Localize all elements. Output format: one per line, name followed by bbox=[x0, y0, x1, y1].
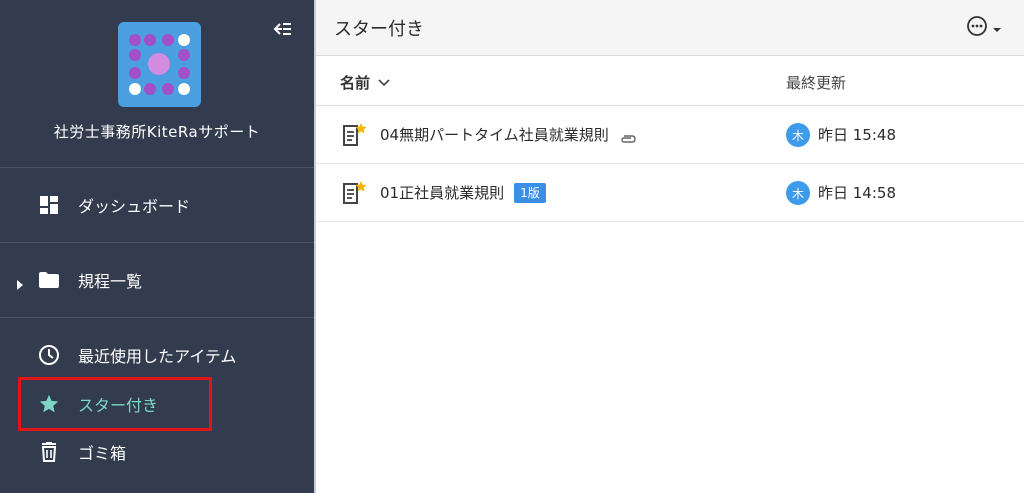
sidebar: 社労士事務所KiteRaサポート ダッシュボード 規程一覧 最近使用したアイテム… bbox=[0, 0, 314, 493]
main-content: スター付き 名前 最終更新 04無期パートタイム社員就業規則 木 昨日 15:4… bbox=[316, 0, 1024, 493]
avatar: 木 bbox=[786, 181, 810, 205]
column-header-updated: 最終更新 bbox=[786, 74, 847, 92]
sidebar-divider bbox=[0, 167, 314, 168]
sidebar-item-trash[interactable]: ゴミ箱 bbox=[0, 434, 314, 470]
sidebar-item-recent[interactable]: 最近使用したアイテム bbox=[0, 337, 314, 373]
table-row[interactable]: 01正社員就業規則 1版 木 昨日 14:58 bbox=[316, 164, 1024, 222]
caret-down-icon bbox=[992, 19, 1002, 38]
sidebar-divider bbox=[0, 242, 314, 243]
avatar: 木 bbox=[786, 123, 810, 147]
star-icon bbox=[38, 393, 60, 415]
sidebar-item-label: スター付き bbox=[78, 396, 159, 415]
sidebar-item-starred[interactable]: スター付き bbox=[0, 386, 314, 422]
sidebar-item-label: ダッシュボード bbox=[78, 197, 191, 216]
org-logo bbox=[118, 22, 201, 107]
document-name: 01正社員就業規則 1版 bbox=[380, 182, 546, 203]
org-name: 社労士事務所KiteRaサポート bbox=[53, 123, 261, 141]
table-header: 名前 最終更新 bbox=[316, 56, 1024, 106]
document-title: 04無期パートタイム社員就業規則 bbox=[380, 126, 609, 144]
clock-icon bbox=[38, 344, 60, 366]
sidebar-item-label: ゴミ箱 bbox=[78, 444, 127, 463]
page-header: スター付き bbox=[316, 0, 1024, 56]
document-title: 01正社員就業規則 bbox=[380, 184, 505, 202]
chevron-down-icon bbox=[378, 78, 390, 87]
column-header-label: 名前 bbox=[340, 74, 371, 92]
dashboard-icon bbox=[38, 194, 60, 216]
updated-time: 昨日 14:58 bbox=[818, 184, 896, 202]
sidebar-item-label: 最近使用したアイテム bbox=[78, 347, 237, 366]
page-title: スター付き bbox=[334, 19, 424, 40]
folder-icon bbox=[38, 269, 60, 291]
sidebar-item-regulations[interactable]: 規程一覧 bbox=[0, 262, 314, 298]
sidebar-item-label: 規程一覧 bbox=[78, 272, 143, 291]
sidebar-item-dashboard[interactable]: ダッシュボード bbox=[0, 187, 314, 223]
more-options-icon bbox=[966, 15, 988, 41]
table-row[interactable]: 04無期パートタイム社員就業規則 木 昨日 15:48 bbox=[316, 106, 1024, 164]
document-name: 04無期パートタイム社員就業規則 bbox=[380, 124, 637, 145]
collapse-sidebar-icon[interactable] bbox=[272, 20, 294, 38]
updated-time: 昨日 15:48 bbox=[818, 126, 896, 144]
starred-document-icon bbox=[342, 180, 368, 206]
version-badge: 1版 bbox=[514, 182, 546, 203]
attachment-icon bbox=[619, 130, 637, 143]
column-header-name[interactable]: 名前 bbox=[340, 72, 390, 93]
more-options-button[interactable] bbox=[966, 15, 1006, 41]
starred-document-icon bbox=[342, 122, 368, 148]
trash-icon bbox=[38, 441, 60, 463]
sidebar-divider bbox=[0, 317, 314, 318]
caret-right-icon[interactable] bbox=[16, 275, 24, 290]
